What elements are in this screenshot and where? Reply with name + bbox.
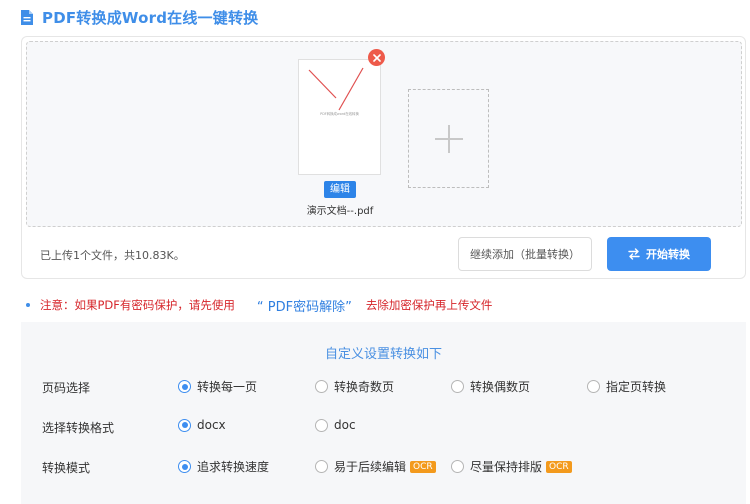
option-label: 转换偶数页	[470, 380, 531, 394]
ocr-badge: OCR	[546, 460, 572, 473]
upload-dropzone[interactable]: PDF转换成word在线转换 编辑 演示文档--.pdf	[26, 41, 742, 227]
option-speed[interactable]: 追求转换速度	[178, 458, 269, 475]
option-label: doc	[334, 418, 356, 432]
batch-add-button[interactable]: 继续添加（批量转换）	[458, 237, 592, 271]
document-icon	[20, 9, 34, 26]
file-name: 演示文档--.pdf	[306, 206, 374, 217]
option-label: 转换奇数页	[334, 380, 395, 394]
start-convert-button[interactable]: 开始转换	[607, 237, 711, 271]
radio-selected[interactable]	[178, 380, 191, 393]
page-header: PDF转换成Word在线一键转换	[20, 6, 258, 28]
option-label: docx	[197, 418, 226, 432]
conversion-settings: 自定义设置转换如下 页码选择 转换每一页 转换奇数页 转换偶数页 指定页转换 选…	[21, 322, 746, 504]
radio-unselected[interactable]	[451, 460, 464, 473]
option-all-pages[interactable]: 转换每一页	[178, 378, 257, 395]
radio-unselected[interactable]	[587, 380, 600, 393]
option-specific-pages[interactable]: 指定页转换	[587, 378, 666, 395]
file-thumbnail[interactable]: PDF转换成word在线转换	[298, 59, 381, 175]
bullet-dot	[26, 303, 30, 307]
option-label: 指定页转换	[606, 380, 667, 394]
radio-selected[interactable]	[178, 418, 191, 432]
page-title: PDF转换成Word在线一键转换	[42, 8, 259, 27]
close-icon	[372, 53, 381, 62]
start-convert-label: 开始转换	[646, 248, 690, 261]
option-keep-layout[interactable]: 尽量保持排版 OCR	[451, 458, 572, 475]
remove-file-button[interactable]	[368, 49, 385, 66]
radio-unselected[interactable]	[315, 380, 328, 393]
conversion-mode-label: 转换模式	[42, 461, 91, 475]
page-selection-label: 页码选择	[42, 381, 91, 395]
option-doc[interactable]: doc	[315, 418, 356, 432]
option-label: 尽量保持排版	[470, 460, 543, 474]
notice-prefix: 注意：如果PDF有密码保护，请先使用	[40, 298, 235, 312]
option-odd-pages[interactable]: 转换奇数页	[315, 378, 394, 395]
radio-unselected[interactable]	[315, 460, 328, 473]
format-selection-label: 选择转换格式	[42, 421, 115, 435]
radio-selected[interactable]	[178, 460, 191, 473]
batch-add-label: 继续添加（批量转换）	[470, 248, 580, 261]
password-notice: 注意：如果PDF有密码保护，请先使用 “ PDF密码解除” 去除加密保护再上传文…	[26, 296, 493, 315]
upload-status: 已上传1个文件，共10.83K。	[40, 249, 185, 262]
option-easy-edit[interactable]: 易于后续编辑 OCR	[315, 458, 436, 475]
option-docx[interactable]: docx	[178, 418, 226, 432]
option-label: 转换每一页	[197, 380, 258, 394]
plus-icon	[434, 124, 463, 153]
notice-suffix: 去除加密保护再上传文件	[365, 298, 493, 312]
add-file-slot[interactable]	[408, 89, 489, 188]
thumbnail-caption: PDF转换成word在线转换	[320, 111, 359, 116]
option-label: 追求转换速度	[197, 460, 270, 474]
option-label: 易于后续编辑	[334, 460, 407, 474]
upload-card: PDF转换成word在线转换 编辑 演示文档--.pdf 已上传1个文件，共10…	[21, 36, 746, 279]
ocr-badge: OCR	[410, 460, 436, 473]
radio-unselected[interactable]	[315, 418, 328, 432]
pdf-unlock-link[interactable]: “ PDF密码解除”	[257, 296, 352, 315]
edit-file-button[interactable]: 编辑	[324, 181, 356, 198]
option-even-pages[interactable]: 转换偶数页	[451, 378, 530, 395]
settings-title: 自定义设置转换如下	[324, 347, 442, 362]
swap-icon	[628, 248, 640, 260]
radio-unselected[interactable]	[451, 380, 464, 393]
